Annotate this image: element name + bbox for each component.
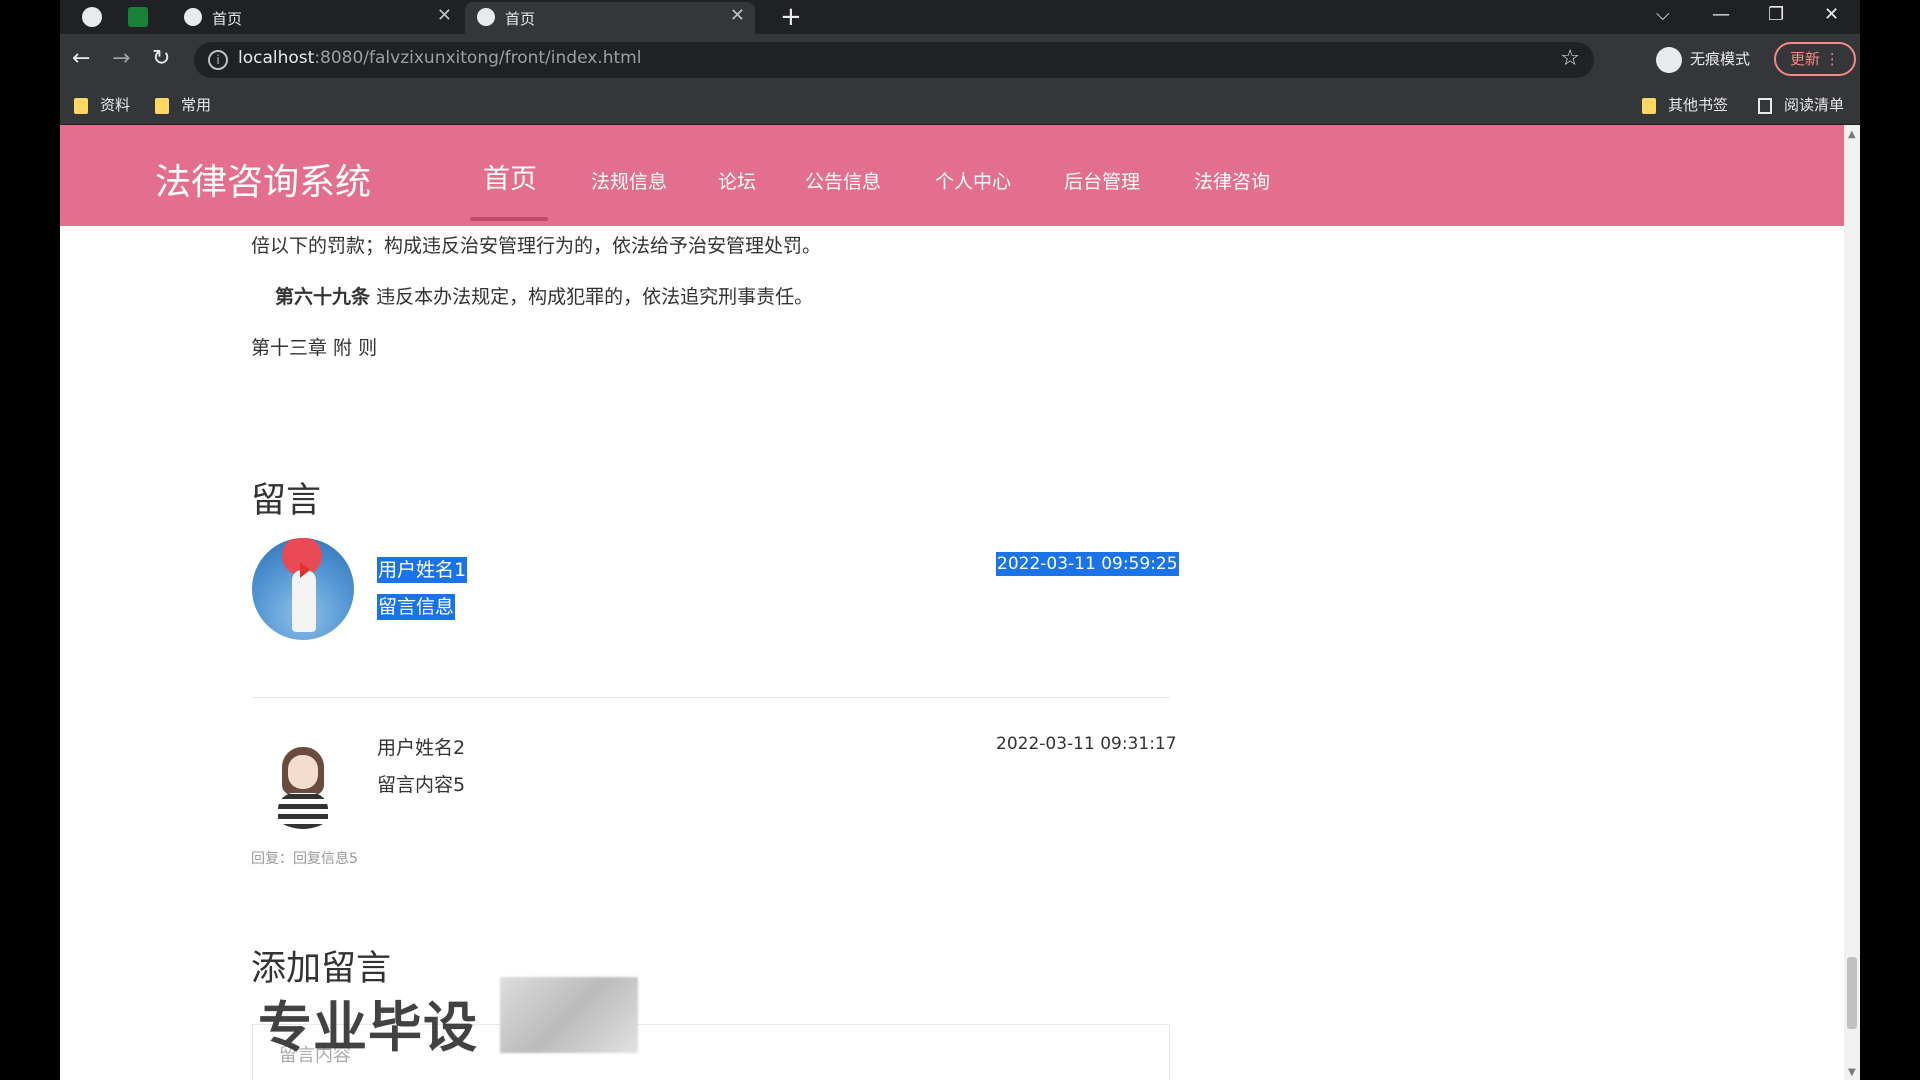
bookmarks-bar: 资料 常用 其他书签 阅读清单 — [60, 86, 1860, 125]
folder-icon — [1642, 97, 1656, 114]
page-scrollbar[interactable]: ▲ ▼ — [1844, 125, 1860, 1080]
scrollbar-thumb[interactable] — [1847, 957, 1857, 1029]
globe-icon[interactable] — [82, 7, 102, 27]
bookmark-label: 常用 — [181, 96, 212, 114]
other-bookmarks[interactable]: 其他书签 — [1642, 94, 1728, 116]
sheets-icon[interactable] — [128, 7, 148, 27]
bookmark-label: 其他书签 — [1668, 96, 1729, 114]
nav-regulations[interactable]: 法规信息 — [591, 167, 667, 194]
url-text[interactable]: localhost:8080/falvzixunxitong/front/ind… — [238, 48, 641, 68]
nav-announcements[interactable]: 公告信息 — [805, 167, 881, 194]
scroll-down-icon[interactable]: ▼ — [1848, 1067, 1856, 1078]
reading-list-label: 阅读清单 — [1784, 96, 1845, 114]
minimize-icon[interactable]: — — [1712, 4, 1730, 25]
update-label: 更新 — [1790, 50, 1821, 68]
comment-time: 2022-03-11 09:31:17 — [996, 734, 1177, 754]
comment-divider — [252, 697, 1170, 698]
nav-personal-center[interactable]: 个人中心 — [935, 167, 1011, 194]
site-brand[interactable]: 法律咨询系统 — [155, 153, 371, 205]
close-icon[interactable]: ✕ — [730, 6, 745, 26]
nav-legal-consult[interactable]: 法律咨询 — [1194, 167, 1270, 194]
screen: 首页 ✕ 首页 ✕ + ⌵ — ❐ ✕ ← → ↻ i localhost:80… — [0, 0, 1920, 1080]
comment-user: 用户姓名1 — [377, 555, 468, 583]
tab-1[interactable]: 首页 ✕ — [172, 2, 462, 34]
tab-2[interactable]: 首页 ✕ — [465, 2, 755, 34]
bookmark-label: 资料 — [100, 96, 131, 114]
close-window-icon[interactable]: ✕ — [1824, 4, 1839, 25]
incognito-indicator[interactable]: 无痕模式 — [1656, 44, 1750, 74]
avatar — [252, 538, 354, 640]
avatar-body — [278, 793, 328, 829]
incognito-label: 无痕模式 — [1690, 50, 1751, 68]
close-icon[interactable]: ✕ — [437, 6, 452, 26]
avatar-figure — [292, 570, 316, 632]
info-icon[interactable]: i — [208, 50, 228, 70]
address-bar[interactable]: i localhost:8080/falvzixunxitong/front/i… — [194, 42, 1594, 78]
folder-icon — [74, 97, 88, 114]
restore-icon[interactable]: ❐ — [1768, 4, 1784, 25]
comments-title: 留言 — [251, 481, 322, 521]
article-text-line: 倍以下的罚款；构成违反治安管理行为的，依法给予治安管理处罚。 — [251, 235, 822, 257]
browser-window: 首页 ✕ 首页 ✕ + ⌵ — ❐ ✕ ← → ↻ i localhost:80… — [60, 0, 1860, 1080]
site-navbar: 法律咨询系统 首页 法规信息 论坛 公告信息 个人中心 后台管理 法律咨询 — [60, 125, 1844, 226]
watermark-text: 专业毕设 — [258, 996, 478, 1059]
avatar — [260, 743, 346, 829]
comment-content-text: 留言信息 — [377, 594, 456, 620]
tab-label: 首页 — [212, 10, 243, 28]
reading-list-icon — [1758, 97, 1772, 114]
folder-icon — [155, 97, 169, 114]
nav-forum[interactable]: 论坛 — [718, 167, 756, 194]
incognito-icon — [1656, 46, 1682, 73]
bookmark-folder-1[interactable]: 资料 — [74, 94, 130, 116]
bookmark-folder-2[interactable]: 常用 — [155, 94, 211, 116]
update-button[interactable]: 更新 ⋮ — [1774, 42, 1856, 76]
url-host: localhost — [238, 48, 315, 68]
scroll-up-icon[interactable]: ▲ — [1848, 129, 1856, 140]
chapter-heading: 第十三章 附 则 — [251, 337, 378, 359]
back-icon[interactable]: ← — [72, 46, 90, 72]
comment-user-text: 用户姓名1 — [377, 557, 468, 583]
comment-content: 留言信息 — [377, 592, 456, 620]
browser-toolbar: ← → ↻ i localhost:8080/falvzixunxitong/f… — [60, 34, 1860, 86]
forward-icon[interactable]: → — [112, 46, 130, 72]
mouse-cursor-icon — [300, 562, 310, 578]
globe-icon — [184, 8, 202, 26]
chevron-down-icon[interactable]: ⌵ — [1656, 4, 1670, 25]
comment-content: 留言内容5 — [377, 774, 466, 796]
active-nav-indicator — [470, 217, 548, 221]
new-tab-icon[interactable]: + — [780, 2, 802, 32]
tab-strip: 首页 ✕ 首页 ✕ + ⌵ — ❐ ✕ — [60, 0, 1860, 34]
comment-user: 用户姓名2 — [377, 737, 466, 759]
avatar-face — [288, 755, 318, 789]
comment-time: 2022-03-11 09:59:25 — [996, 552, 1179, 576]
article-clause-text: 违反本办法规定，构成犯罪的，依法追究刑事责任。 — [376, 286, 814, 308]
nav-home[interactable]: 首页 — [483, 157, 537, 196]
comment-time-text: 2022-03-11 09:59:25 — [996, 552, 1179, 576]
tab-label: 首页 — [505, 10, 536, 28]
comment-reply: 回复：回复信息5 — [251, 851, 358, 867]
star-icon[interactable]: ☆ — [1560, 46, 1580, 71]
reading-list[interactable]: 阅读清单 — [1758, 94, 1844, 116]
article-clause: 第六十九条 违反本办法规定，构成犯罪的，依法追究刑事责任。 — [275, 282, 813, 309]
reload-icon[interactable]: ↻ — [152, 46, 170, 72]
web-page: 法律咨询系统 首页 法规信息 论坛 公告信息 个人中心 后台管理 法律咨询 倍以… — [60, 125, 1844, 1080]
article-number: 第六十九条 — [275, 286, 371, 308]
nav-admin[interactable]: 后台管理 — [1064, 167, 1140, 194]
blurred-region — [500, 977, 638, 1053]
url-path: :8080/falvzixunxitong/front/index.html — [314, 48, 642, 68]
globe-icon — [477, 8, 495, 26]
